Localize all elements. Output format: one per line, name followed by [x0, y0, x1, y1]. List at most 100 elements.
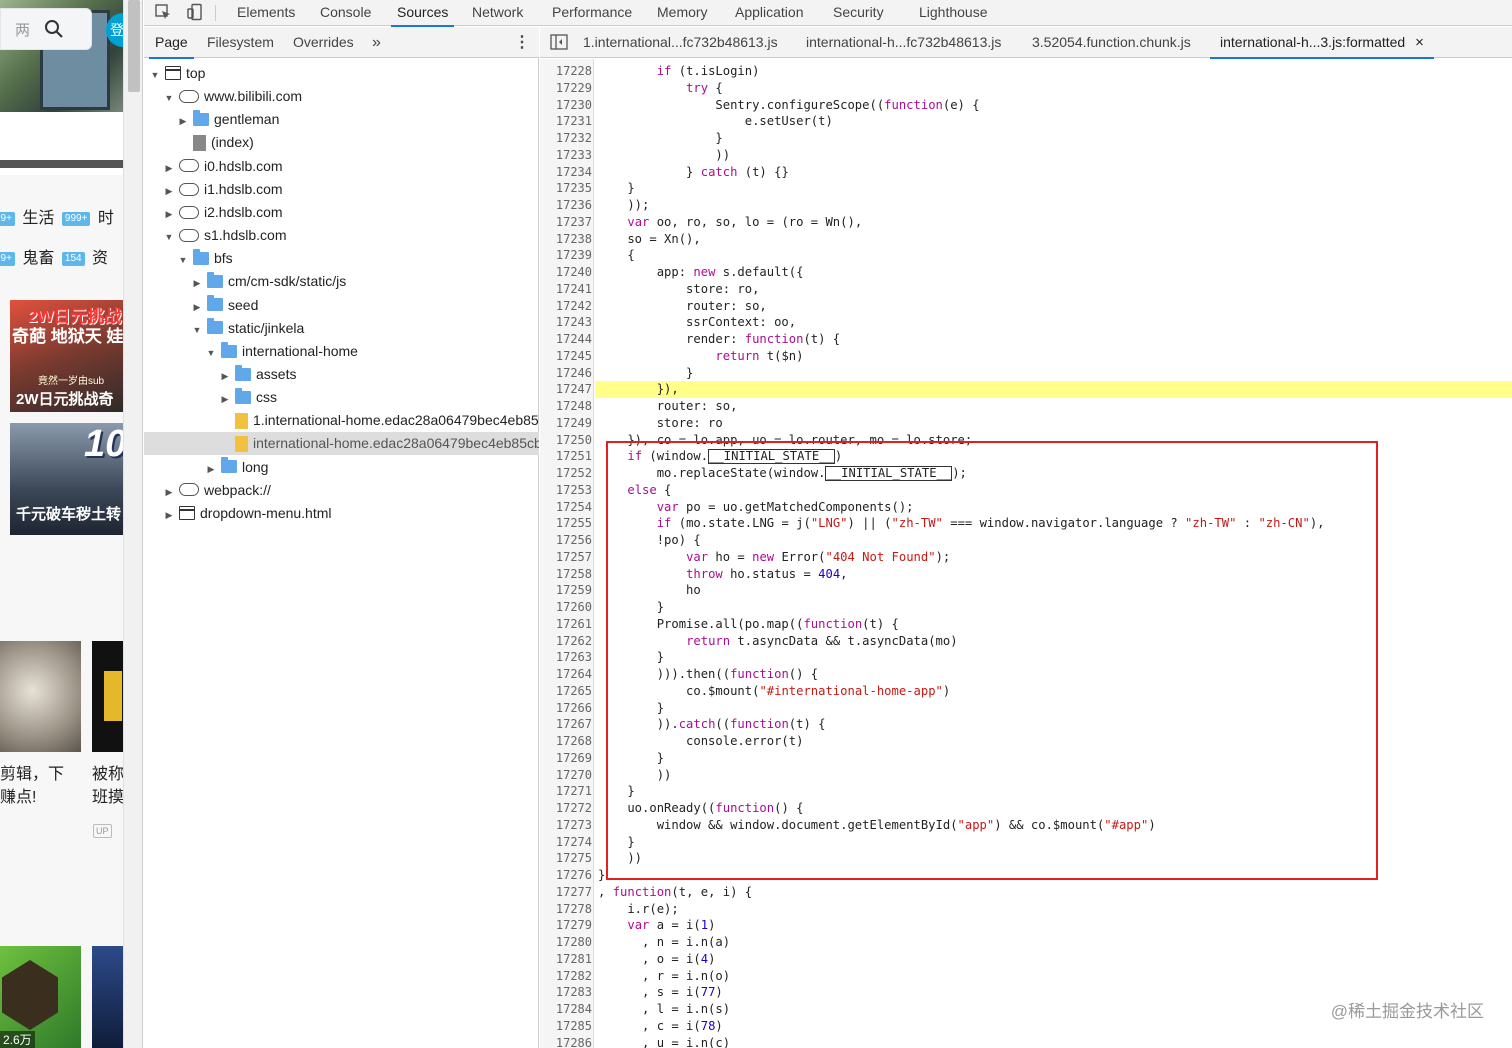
expand-right-icon[interactable]: ▶: [163, 157, 175, 178]
expand-down-icon[interactable]: ▼: [163, 226, 175, 247]
expand-right-icon[interactable]: ▶: [191, 296, 203, 317]
expand-right-icon[interactable]: ▶: [163, 180, 175, 201]
code-line[interactable]: , c = i(78): [598, 1018, 723, 1035]
code-line[interactable]: }: [598, 180, 634, 197]
code-line[interactable]: , r = i.n(o): [598, 968, 730, 985]
tree-item[interactable]: 1.international-home.edac28a06479bec4eb8…: [144, 409, 539, 432]
code-line[interactable]: return t($n): [598, 348, 803, 365]
tab-application[interactable]: Application: [735, 0, 804, 26]
tree-item[interactable]: ▼ static/jinkela: [144, 317, 539, 340]
code-line[interactable]: , n = i.n(a): [598, 934, 730, 951]
page-scrollbar-thumb[interactable]: [128, 0, 140, 92]
tree-item[interactable]: ▶ gentleman: [144, 108, 539, 131]
expand-right-icon[interactable]: ▶: [191, 272, 203, 293]
code-line[interactable]: }: [598, 130, 722, 147]
code-line[interactable]: ));: [598, 197, 649, 214]
expand-right-icon[interactable]: ▶: [163, 203, 175, 224]
code-line[interactable]: }: [598, 365, 693, 382]
editor-tab[interactable]: 3.52054.function.chunk.js: [1032, 27, 1191, 58]
video-title-line[interactable]: 被称: [92, 763, 124, 787]
video-thumbnail[interactable]: 10 千元破车秽土转: [10, 423, 123, 535]
category-row-life[interactable]: 99+ 生活 999+ 时: [0, 207, 114, 231]
code-line[interactable]: router: so,: [598, 398, 738, 415]
code-line[interactable]: so = Xn(),: [598, 231, 700, 248]
tab-network[interactable]: Network: [472, 0, 523, 26]
tree-item[interactable]: ▼ top: [144, 62, 539, 85]
code-line[interactable]: }: [598, 867, 605, 884]
expand-down-icon[interactable]: ▼: [149, 64, 161, 85]
tree-item[interactable]: (index): [144, 131, 539, 154]
video-thumbnail[interactable]: [92, 641, 123, 752]
expand-right-icon[interactable]: ▶: [219, 365, 231, 386]
tab-security[interactable]: Security: [833, 0, 884, 26]
expand-down-icon[interactable]: ▼: [191, 319, 203, 340]
tree-item[interactable]: ▼ bfs: [144, 247, 539, 270]
search-icon[interactable]: [43, 18, 65, 40]
expand-down-icon[interactable]: ▼: [163, 87, 175, 108]
page-scrollbar[interactable]: [123, 0, 142, 1048]
code-line[interactable]: render: function(t) {: [598, 331, 840, 348]
code-line[interactable]: , o = i(4): [598, 951, 715, 968]
expand-right-icon[interactable]: ▶: [177, 110, 189, 131]
tab-performance[interactable]: Performance: [552, 0, 632, 26]
expand-down-icon[interactable]: ▼: [205, 342, 217, 363]
navigator-menu-icon[interactable]: ⋮: [514, 27, 530, 58]
code-line[interactable]: Sentry.configureScope((function(e) {: [598, 97, 979, 114]
video-title-line[interactable]: 班摸: [92, 786, 124, 810]
tree-item[interactable]: ▼ s1.hdslb.com: [144, 224, 539, 247]
device-toolbar-icon[interactable]: [184, 3, 206, 23]
tree-item[interactable]: ▶ cm/cm-sdk/static/js: [144, 270, 539, 293]
video-title-line[interactable]: 赚点!: [0, 786, 36, 810]
tab-memory[interactable]: Memory: [657, 0, 708, 26]
video-thumbnail[interactable]: 2.6万: [0, 946, 81, 1048]
category-row-kichiku[interactable]: 99+ 鬼畜 154 资: [0, 247, 108, 271]
video-title-line[interactable]: 剪辑，下: [0, 763, 64, 787]
expand-right-icon[interactable]: ▶: [219, 388, 231, 409]
editor-tab-active[interactable]: international-h...3.js:formatted ×: [1210, 27, 1434, 59]
tab-elements[interactable]: Elements: [237, 0, 295, 26]
code-line[interactable]: i.r(e);: [598, 901, 678, 918]
search-box[interactable]: 两: [0, 8, 92, 50]
code-line[interactable]: } catch (t) {}: [598, 164, 789, 181]
tab-lighthouse[interactable]: Lighthouse: [919, 0, 988, 26]
nav-tab-page[interactable]: Page: [149, 27, 194, 59]
expand-right-icon[interactable]: ▶: [163, 504, 175, 525]
expand-down-icon[interactable]: ▼: [177, 249, 189, 270]
code-line[interactable]: app: new s.default({: [598, 264, 804, 281]
tree-item[interactable]: ▼ www.bilibili.com: [144, 85, 539, 108]
nav-tab-filesystem[interactable]: Filesystem: [207, 27, 274, 58]
code-line[interactable]: e.setUser(t): [598, 113, 833, 130]
video-thumbnail[interactable]: [92, 946, 123, 1048]
more-tabs-icon[interactable]: »: [372, 27, 381, 58]
code-line[interactable]: var a = i(1): [598, 917, 715, 934]
tree-item[interactable]: ▶ webpack://: [144, 479, 539, 502]
code-line[interactable]: store: ro: [598, 415, 723, 432]
expand-right-icon[interactable]: ▶: [163, 481, 175, 502]
tree-item[interactable]: ▼ international-home: [144, 340, 539, 363]
editor-tab[interactable]: 1.international...fc732b48613.js: [583, 27, 778, 58]
inspect-element-icon[interactable]: [152, 3, 174, 23]
tree-item[interactable]: international-home.edac28a06479bec4eb85c…: [144, 432, 539, 456]
tree-item[interactable]: ▶ i2.hdslb.com: [144, 201, 539, 224]
cat-thumbnail[interactable]: [0, 641, 81, 752]
code-line[interactable]: var oo, ro, so, lo = (ro = Wn(),: [598, 214, 862, 231]
code-line[interactable]: )): [598, 147, 730, 164]
tree-item[interactable]: ▶ i0.hdslb.com: [144, 155, 539, 178]
code-line[interactable]: store: ro,: [598, 281, 759, 298]
code-line[interactable]: router: so,: [598, 298, 767, 315]
tree-item[interactable]: ▶ assets: [144, 363, 539, 386]
code-line[interactable]: if (t.isLogin): [598, 63, 760, 80]
video-thumbnail[interactable]: 2W日元挑战 奇葩 地狱天 娃 竟然一岁由sub 2W日元挑战奇: [10, 300, 123, 412]
tab-console[interactable]: Console: [320, 0, 371, 26]
nav-tab-overrides[interactable]: Overrides: [293, 27, 354, 58]
tree-item[interactable]: ▶ dropdown-menu.html: [144, 502, 539, 525]
tab-sources[interactable]: Sources: [390, 0, 455, 27]
code-line[interactable]: , s = i(77): [598, 984, 723, 1001]
code-line[interactable]: , u = i.n(c): [598, 1035, 730, 1048]
expand-right-icon[interactable]: ▶: [205, 458, 217, 479]
code-line[interactable]: try {: [598, 80, 723, 97]
code-line[interactable]: }),: [598, 381, 679, 398]
code-line[interactable]: , l = i.n(s): [598, 1001, 730, 1018]
editor-tab[interactable]: international-h...fc732b48613.js: [806, 27, 1001, 58]
code-line[interactable]: , function(t, e, i) {: [598, 884, 752, 901]
